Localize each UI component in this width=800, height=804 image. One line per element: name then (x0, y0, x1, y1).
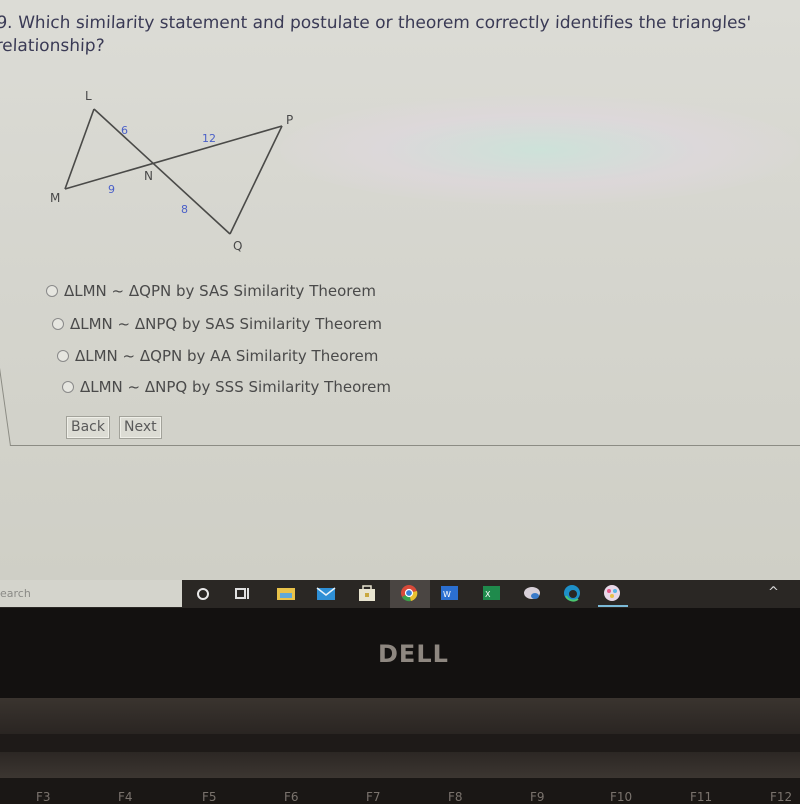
option-label: ΔLMN ~ ΔQPN by SAS Similarity Theorem (64, 282, 376, 300)
dell-logo: DELL (378, 640, 449, 668)
task-view-icon[interactable] (232, 584, 252, 602)
question-text: 9. Which similarity statement and postul… (0, 13, 752, 56)
segment-lq (93, 108, 231, 235)
radio-button[interactable] (52, 318, 64, 330)
option-label: ΔLMN ~ ΔNPQ by SSS Similarity Theorem (80, 378, 391, 396)
next-button[interactable]: Next (119, 416, 162, 439)
option-label: ΔLMN ~ ΔNPQ by SAS Similarity Theorem (70, 315, 382, 333)
segment-label-np: 12 (202, 132, 216, 145)
segment-label-mn: 9 (108, 183, 115, 196)
tray-chevron-icon[interactable]: ^ (768, 585, 779, 600)
radio-button[interactable] (46, 285, 58, 297)
radio-button[interactable] (62, 381, 74, 393)
segment-label-ln: 6 (121, 124, 128, 137)
word-icon[interactable]: W (439, 584, 459, 602)
function-key: F6 (284, 790, 299, 804)
paint-icon[interactable] (602, 584, 622, 602)
edge-icon[interactable] (562, 584, 582, 602)
app-icon[interactable] (522, 584, 542, 602)
function-key: F5 (202, 790, 217, 804)
mail-icon[interactable] (316, 584, 336, 602)
segment-mp (64, 125, 283, 190)
function-key: F3 (36, 790, 51, 804)
function-key: F4 (118, 790, 133, 804)
triangle-figure: L M N P Q 6 9 12 8 (40, 80, 320, 260)
svg-text:W: W (443, 590, 451, 599)
answer-option[interactable]: ΔLMN ~ ΔQPN by AA Similarity Theorem (57, 345, 378, 367)
laptop-keyboard-edge (0, 752, 800, 778)
option-label: ΔLMN ~ ΔQPN by AA Similarity Theorem (75, 347, 379, 365)
vertex-label-q: Q (233, 239, 242, 253)
radio-button[interactable] (57, 350, 69, 362)
answer-option[interactable]: ΔLMN ~ ΔNPQ by SAS Similarity Theorem (52, 313, 382, 335)
triangle-diagram: L M N P Q 6 9 12 8 (50, 89, 293, 253)
function-key: F12 (770, 790, 793, 804)
svg-text:X: X (485, 590, 491, 599)
answer-option[interactable]: ΔLMN ~ ΔQPN by SAS Similarity Theorem (46, 280, 376, 302)
segment-pq (229, 125, 283, 235)
excel-icon[interactable]: X (481, 584, 501, 602)
laptop-hinge-gap (0, 734, 800, 752)
vertex-label-m: M (50, 191, 60, 205)
browser-screen: 9. Which similarity statement and postul… (0, 0, 800, 580)
vertex-label-n: N (144, 169, 153, 183)
store-icon[interactable] (357, 584, 377, 602)
vertex-label-p: P (286, 113, 293, 127)
back-button[interactable]: Back (66, 416, 110, 439)
vertex-label-l: L (85, 89, 92, 103)
function-key: F10 (610, 790, 633, 804)
answer-option[interactable]: ΔLMN ~ ΔNPQ by SSS Similarity Theorem (62, 376, 391, 398)
segment-label-nq: 8 (181, 203, 188, 216)
function-key: F8 (448, 790, 463, 804)
cortana-icon[interactable] (193, 584, 213, 602)
taskbar-search-input[interactable]: earch (0, 580, 182, 607)
chrome-icon[interactable] (399, 584, 419, 602)
laptop-hinge (0, 698, 800, 734)
function-key: F7 (366, 790, 381, 804)
segment-lm (64, 108, 95, 190)
function-key: F9 (530, 790, 545, 804)
file-explorer-icon[interactable] (276, 584, 296, 602)
function-key: F11 (690, 790, 713, 804)
paint-active-indicator (598, 605, 628, 607)
